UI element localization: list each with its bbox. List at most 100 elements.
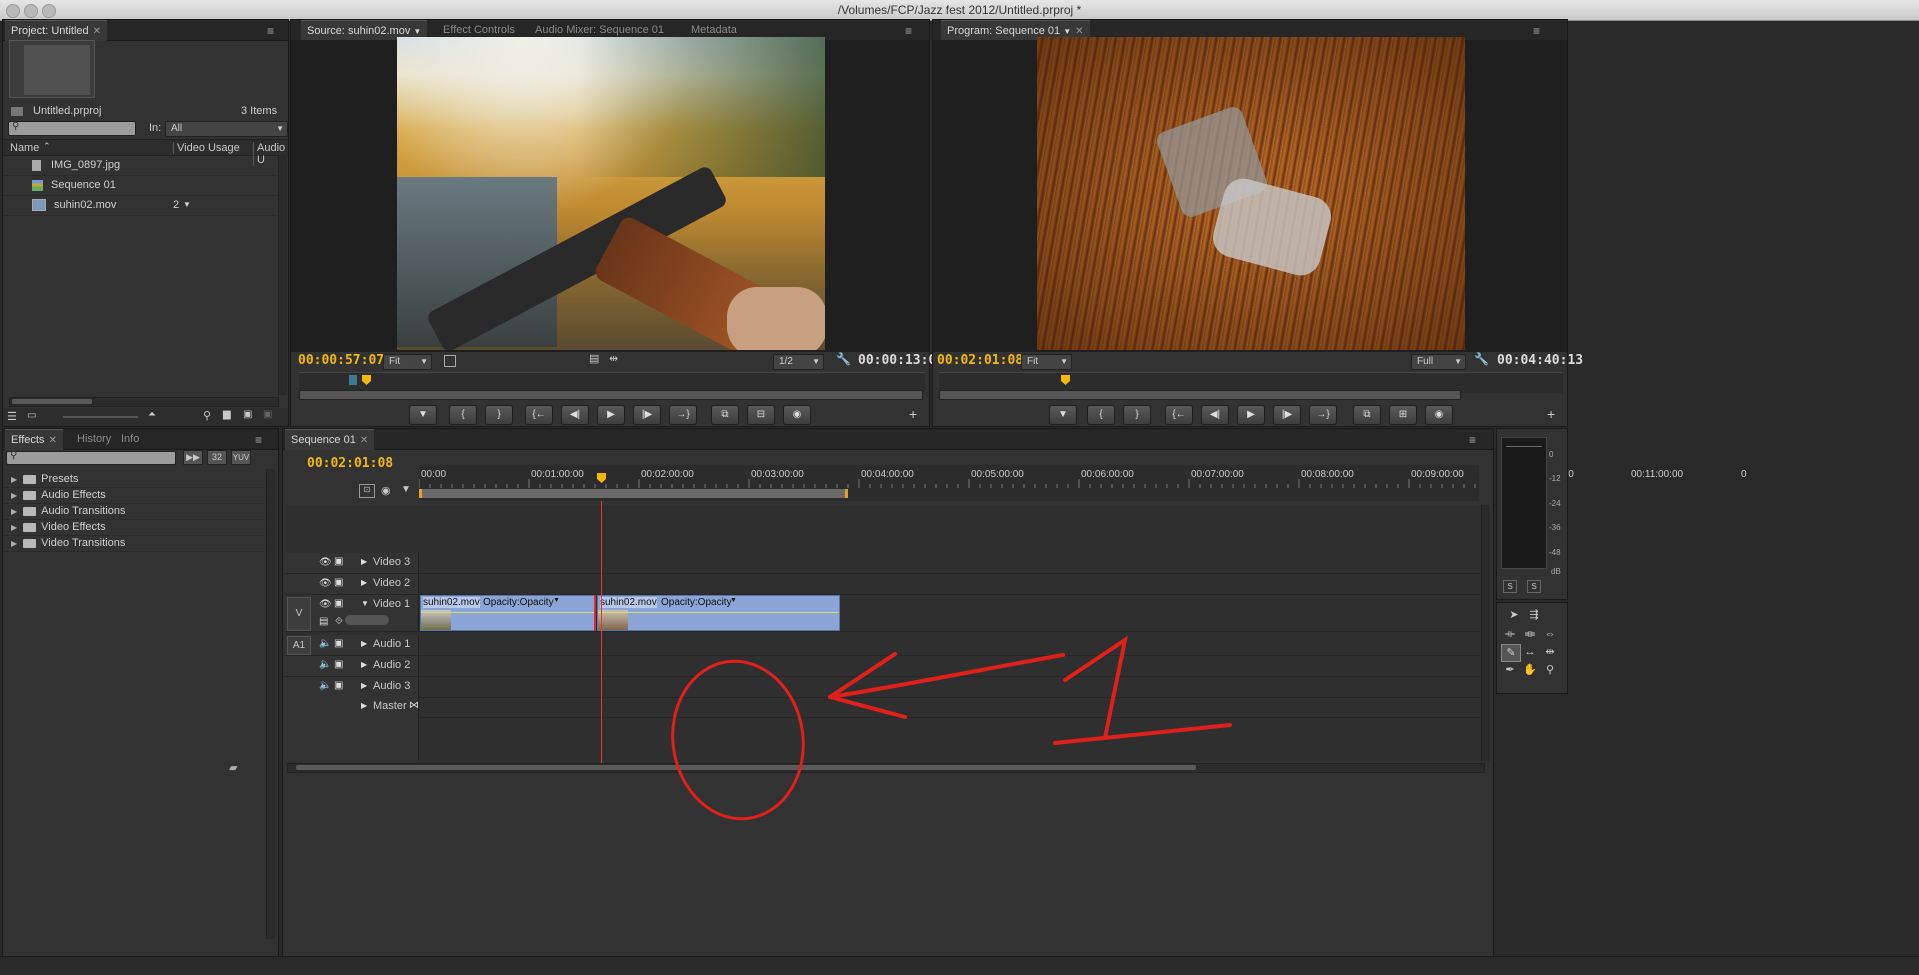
mark-out-button[interactable]: } — [1123, 405, 1151, 425]
step-back-button[interactable]: ◀| — [1201, 405, 1229, 425]
32bit-effects-icon[interactable]: 32 — [207, 450, 227, 465]
lift-button[interactable]: ⧉ — [1353, 405, 1381, 425]
speaker-icon[interactable]: 🔈 — [319, 638, 331, 649]
source-playhead[interactable] — [362, 375, 371, 385]
sequence-current-timecode[interactable]: 00:02:01:08 — [307, 456, 393, 471]
expand-triangle-icon[interactable]: ▶ — [11, 504, 17, 520]
mark-in-button[interactable]: { — [1087, 405, 1115, 425]
program-current-timecode[interactable]: 00:02:01:08 — [937, 353, 1023, 368]
timeline-ruler[interactable]: 00:00 00:01:00:00 00:02:00:00 00:03:00:00 00… — [419, 465, 1747, 501]
expand-triangle-icon[interactable]: ▶ — [11, 520, 17, 536]
chevron-down-icon[interactable]: ▼ — [1063, 27, 1071, 36]
button-editor-icon[interactable]: + — [909, 406, 917, 422]
export-frame-button[interactable]: ◉ — [783, 405, 811, 425]
effects-folder-video-transitions[interactable]: ▶ Video Transitions — [3, 535, 265, 552]
add-marker-icon[interactable]: ◉ — [381, 484, 391, 497]
timeline-clip[interactable]: suhin02.mov Opacity:Opacity ▼ — [597, 595, 840, 631]
step-forward-button[interactable]: |▶ — [1273, 405, 1301, 425]
expand-triangle-icon[interactable]: ▶ — [11, 472, 17, 488]
source-current-timecode[interactable]: 00:00:57:07 — [298, 353, 384, 368]
wrench-icon[interactable]: 🔧 — [1474, 352, 1489, 366]
trash-icon[interactable]: ▣ — [263, 409, 272, 420]
chevron-down-icon[interactable]: ▼ — [553, 597, 560, 604]
lock-track-icon[interactable]: ▣ — [334, 680, 343, 691]
marker-icon[interactable]: ▼ — [401, 484, 411, 495]
in-filter-select[interactable]: All ▼ — [165, 121, 288, 137]
source-zoom-scrollbar[interactable] — [299, 390, 923, 400]
effects-search-input[interactable]: ⚲ — [6, 450, 176, 465]
eye-icon[interactable]: 👁 — [319, 557, 332, 568]
tab-effects[interactable]: Effects ✕ — [5, 429, 63, 450]
lock-track-icon[interactable]: ▣ — [334, 659, 343, 670]
effects-folder-audio-effects[interactable]: ▶ Audio Effects — [3, 487, 265, 504]
keyframe-buttons[interactable] — [345, 615, 389, 625]
close-icon[interactable]: ✕ — [48, 435, 56, 446]
lock-track-icon[interactable]: ▣ — [334, 577, 343, 588]
timeline-vertical-scrollbar[interactable] — [1481, 505, 1490, 761]
effects-folder-presets[interactable]: ▶ Presets — [3, 471, 265, 488]
drag-audio-icon[interactable]: ⇹ — [609, 352, 618, 365]
new-bin-icon[interactable]: ▆ — [223, 409, 231, 420]
find-icon[interactable]: ⚲ — [203, 409, 211, 422]
rate-stretch-tool-icon[interactable]: ⇔ — [1541, 626, 1559, 642]
timeline-horizontal-scrollbar[interactable] — [287, 763, 1485, 773]
panel-menu-icon[interactable]: ≡ — [1469, 433, 1476, 447]
panel-menu-icon[interactable]: ≡ — [1533, 24, 1540, 38]
accelerated-effects-icon[interactable]: ▶▶ — [183, 450, 203, 465]
close-icon[interactable]: ✕ — [360, 435, 368, 446]
slide-tool-icon[interactable]: ⇹ — [1541, 644, 1559, 660]
program-fit-select[interactable]: Fit ▼ — [1021, 354, 1072, 370]
new-item-icon[interactable]: ▣ — [243, 409, 252, 420]
column-video-usage[interactable]: Video Usage — [173, 142, 240, 154]
play-button[interactable]: ▶ — [597, 405, 625, 425]
lock-track-icon[interactable]: ▣ — [334, 598, 343, 609]
ripple-edit-tool-icon[interactable]: ⟛ — [1501, 626, 1519, 642]
project-item[interactable]: Sequence 01 — [3, 175, 278, 196]
mark-out-button[interactable]: } — [485, 405, 513, 425]
list-view-icon[interactable]: ☰ — [7, 410, 17, 423]
speaker-icon[interactable]: 🔈 — [319, 659, 331, 670]
panel-menu-icon[interactable]: ≡ — [267, 24, 274, 38]
expand-triangle-icon[interactable]: ▶ — [361, 701, 367, 710]
keyframe-display-icon[interactable]: ▤ — [319, 616, 328, 627]
drag-video-icon[interactable]: ▤ — [589, 352, 599, 365]
track-select-tool-icon[interactable]: ⇶ — [1525, 607, 1543, 623]
speaker-icon[interactable]: 🔈 — [319, 680, 331, 691]
audio-target-toggle[interactable]: A1 — [287, 636, 311, 655]
snap-icon[interactable]: ⊡ — [359, 484, 375, 498]
insert-button[interactable]: ⧉ — [711, 405, 739, 425]
go-to-out-button[interactable]: →} — [1309, 405, 1337, 425]
timeline-clip[interactable]: suhin02.mov Opacity:Opacity ▼ — [420, 595, 596, 631]
collapse-triangle-icon[interactable]: ▼ — [361, 599, 369, 608]
close-icon[interactable]: ✕ — [93, 26, 101, 37]
solo-left-button[interactable]: S — [1503, 580, 1517, 593]
rolling-edit-tool-icon[interactable]: ⟚ — [1521, 626, 1539, 642]
icon-view-icon[interactable]: ▭ — [27, 410, 36, 421]
program-playhead[interactable] — [1061, 375, 1070, 385]
expand-triangle-icon[interactable]: ▶ — [361, 660, 367, 669]
safe-margins-icon[interactable] — [444, 355, 456, 367]
expand-triangle-icon[interactable]: ▶ — [361, 681, 367, 690]
expand-triangle-icon[interactable]: ▶ — [361, 557, 367, 566]
source-resolution-select[interactable]: 1/2 ▼ — [773, 354, 824, 370]
wrench-icon[interactable]: 🔧 — [836, 352, 851, 366]
tab-sequence[interactable]: Sequence 01 ✕ — [285, 429, 375, 450]
lock-track-icon[interactable]: ▣ — [334, 556, 343, 567]
step-forward-button[interactable]: |▶ — [633, 405, 661, 425]
overwrite-button[interactable]: ⊟ — [747, 405, 775, 425]
selection-tool-icon[interactable]: ➤ — [1505, 607, 1523, 623]
go-to-in-button[interactable]: {← — [525, 405, 553, 425]
export-frame-button[interactable]: ◉ — [1425, 405, 1453, 425]
zoom-slider[interactable] — [63, 416, 138, 418]
automate-to-sequence-icon[interactable]: ⏶ — [148, 409, 156, 420]
extract-button[interactable]: ⊞ — [1389, 405, 1417, 425]
program-resolution-select[interactable]: Full ▼ — [1411, 354, 1466, 370]
tab-project[interactable]: Project: Untitled ✕ — [5, 20, 108, 41]
project-item[interactable]: suhin02.mov 2 ▼ — [3, 195, 278, 216]
lock-track-icon[interactable]: ▣ — [334, 638, 343, 649]
effects-scrollbar[interactable] — [266, 469, 275, 939]
expand-triangle-icon[interactable]: ▶ — [11, 536, 17, 552]
go-to-in-button[interactable]: {← — [1165, 405, 1193, 425]
razor-tool-icon[interactable]: ✎ — [1501, 644, 1521, 662]
solo-right-button[interactable]: S — [1527, 580, 1541, 593]
